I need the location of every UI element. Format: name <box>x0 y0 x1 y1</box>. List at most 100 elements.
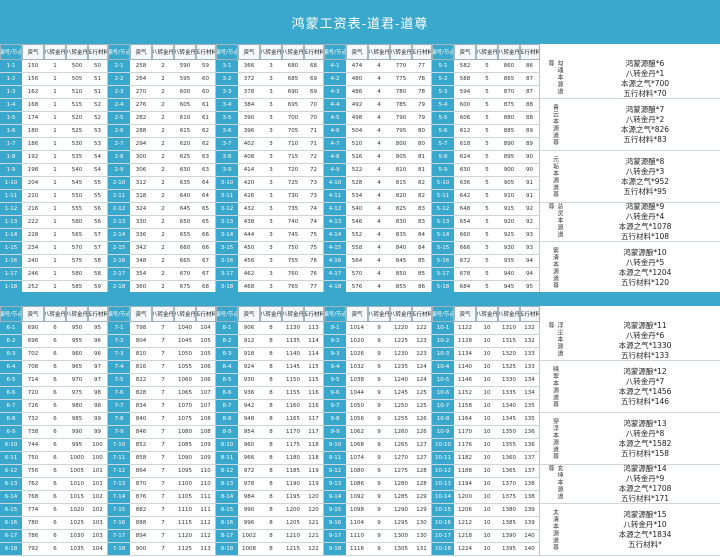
value-cell: 126 <box>412 426 432 439</box>
value-cell: 10 <box>476 348 498 361</box>
value-cell: 129 <box>412 504 432 517</box>
node-id-cell: 9-14 <box>324 491 346 504</box>
node-id-cell: 5-3 <box>432 86 454 99</box>
value-cell: 840 <box>390 242 412 255</box>
column-header: 编号/节点 <box>324 306 346 322</box>
node-id-cell: 7-17 <box>108 530 130 543</box>
level-name: 勾魂本源道尊 <box>540 60 570 99</box>
node-id-cell: 7-11 <box>108 452 130 465</box>
value-cell: 100 <box>88 439 108 452</box>
value-cell: 3 <box>260 86 282 99</box>
value-cell: 6 <box>44 517 66 530</box>
node-id-cell: 4-11 <box>324 190 346 203</box>
value-cell: 1330 <box>498 374 520 387</box>
value-cell: 732 <box>22 413 44 426</box>
value-cell: 1355 <box>498 439 520 452</box>
node-id-cell: 4-8 <box>324 151 346 164</box>
value-cell: 1145 <box>282 361 304 374</box>
value-cell: 552 <box>346 229 368 242</box>
value-cell: 1195 <box>282 491 304 504</box>
value-cell: 139 <box>520 517 540 530</box>
value-cell: 101 <box>88 478 108 491</box>
value-cell: 372 <box>238 73 260 86</box>
node-id-cell: 10-1 <box>432 322 454 335</box>
value-cell: 520 <box>66 112 88 125</box>
value-cell: 156 <box>22 73 44 86</box>
value-cell: 1255 <box>390 413 412 426</box>
node-id-cell: 3-12 <box>216 203 238 216</box>
value-cell: 9 <box>368 374 390 387</box>
value-cell: 50 <box>88 60 108 73</box>
reward-line: 本源之气*1834 <box>618 529 672 539</box>
value-cell: 1002 <box>238 530 260 543</box>
node-id-cell: 10-10 <box>432 439 454 452</box>
node-id-cell: 8-18 <box>216 543 238 556</box>
value-cell: 1050 <box>174 348 196 361</box>
level-name: 晴翠本源道尊 <box>540 361 570 413</box>
value-cell: 3 <box>260 242 282 255</box>
value-cell: 74 <box>304 203 324 216</box>
value-cell: 444 <box>238 229 260 242</box>
value-cell: 54 <box>88 164 108 177</box>
reward-cell: 鸿蒙源酿*12 八转金丹*7 本源之气*1456 五行材料*146 <box>570 361 720 413</box>
value-cell: 390 <box>238 112 260 125</box>
value-cell: 96 <box>88 335 108 348</box>
node-id-cell: 4-14 <box>324 229 346 242</box>
value-cell: 1008 <box>238 543 260 556</box>
value-cell: 186 <box>22 138 44 151</box>
value-cell: 1 <box>44 151 66 164</box>
node-id-cell: 5-8 <box>432 151 454 164</box>
column-header: 八转金丹 <box>66 44 88 60</box>
value-cell: 1150 <box>282 374 304 387</box>
node-id-cell: 1-15 <box>0 242 22 255</box>
node-id-cell: 2-10 <box>108 177 130 190</box>
value-cell: 84 <box>412 229 432 242</box>
value-cell: 1188 <box>454 465 476 478</box>
value-cell: 73 <box>304 190 324 203</box>
value-cell: 133 <box>520 348 540 361</box>
node-id-cell: 9-4 <box>324 361 346 374</box>
value-cell: 6 <box>44 465 66 478</box>
value-cell: 87 <box>520 73 540 86</box>
value-cell: 978 <box>238 478 260 491</box>
node-id-cell: 9-7 <box>324 400 346 413</box>
value-cell: 1224 <box>454 543 476 556</box>
value-cell: 93 <box>520 242 540 255</box>
value-cell: 65 <box>196 203 216 216</box>
node-id-cell: 10-8 <box>432 413 454 426</box>
node-id-cell: 10-11 <box>432 452 454 465</box>
value-cell: 1070 <box>174 400 196 413</box>
value-cell: 864 <box>130 465 152 478</box>
value-cell: 9 <box>368 439 390 452</box>
column-header: 编号/节点 <box>216 44 238 60</box>
reward-cell: 鸿蒙源酿*8 八转金丹*3 本源之气*952 五行材料*95 <box>570 151 720 203</box>
value-cell: 1206 <box>454 504 476 517</box>
value-cell: 342 <box>130 242 152 255</box>
value-cell: 61 <box>196 99 216 112</box>
value-cell: 875 <box>498 99 520 112</box>
value-cell: 1025 <box>66 517 88 530</box>
value-cell: 1135 <box>282 335 304 348</box>
value-cell: 8 <box>260 517 282 530</box>
value-cell: 642 <box>454 190 476 203</box>
value-cell: 10 <box>476 517 498 530</box>
value-cell: 97 <box>88 374 108 387</box>
value-cell: 90 <box>520 151 540 164</box>
node-id-cell: 3-11 <box>216 190 238 203</box>
value-cell: 1104 <box>346 517 368 530</box>
value-cell: 2 <box>152 255 174 268</box>
node-id-cell: 6-4 <box>0 361 22 374</box>
value-cell: 678 <box>454 268 476 281</box>
value-cell: 80 <box>412 138 432 151</box>
value-cell: 78 <box>412 86 432 99</box>
value-cell: 860 <box>498 60 520 73</box>
node-id-cell: 6-8 <box>0 413 22 426</box>
value-cell: 1380 <box>498 504 520 517</box>
value-cell: 915 <box>498 203 520 216</box>
value-cell: 1090 <box>174 452 196 465</box>
value-cell: 1275 <box>390 465 412 478</box>
value-cell: 4 <box>368 73 390 86</box>
value-cell: 1310 <box>498 322 520 335</box>
value-cell: 1225 <box>390 335 412 348</box>
value-cell: 1175 <box>282 439 304 452</box>
